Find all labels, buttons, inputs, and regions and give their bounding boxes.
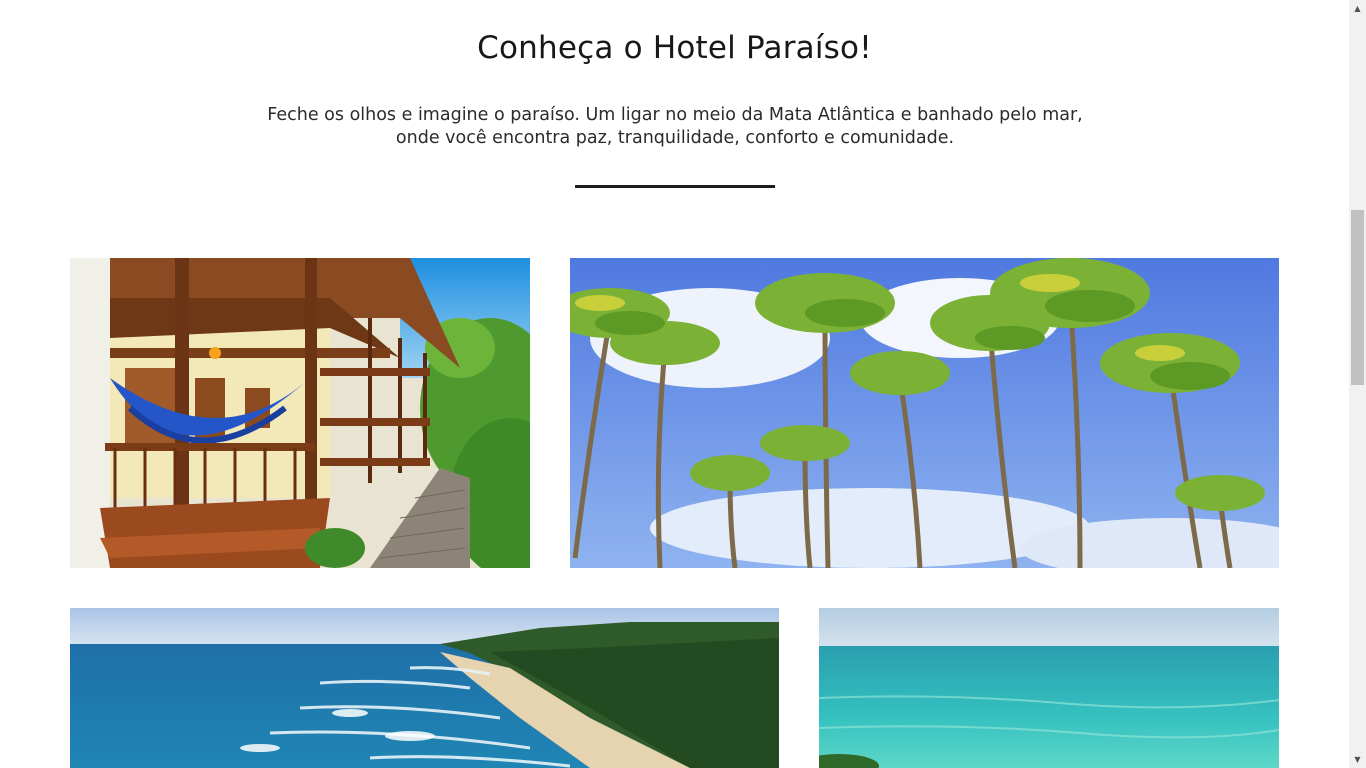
hotel-building-photo[interactable]	[70, 258, 530, 568]
page: Conheça o Hotel Paraíso! Feche os olhos …	[0, 0, 1349, 768]
coconut-palms-photo[interactable]	[570, 258, 1279, 568]
vertical-scrollbar[interactable]: ▲ ▼	[1349, 0, 1366, 768]
beach-coastline-photo[interactable]	[70, 608, 779, 768]
title-divider	[575, 185, 775, 188]
turquoise-sea-photo[interactable]	[819, 608, 1279, 768]
scrollbar-thumb[interactable]	[1351, 210, 1364, 385]
triangle-down-icon[interactable]: ▼	[1349, 751, 1366, 768]
triangle-up-icon[interactable]: ▲	[1349, 0, 1366, 17]
intro-line-2: onde você encontra paz, tranquilidade, c…	[395, 128, 955, 148]
section-title: Conheça o Hotel Paraíso!	[477, 30, 872, 66]
section-intro: Feche os olhos e imagine o paraíso. Um l…	[250, 104, 1100, 150]
intro-line-1: Feche os olhos e imagine o paraíso. Um l…	[267, 105, 1083, 125]
